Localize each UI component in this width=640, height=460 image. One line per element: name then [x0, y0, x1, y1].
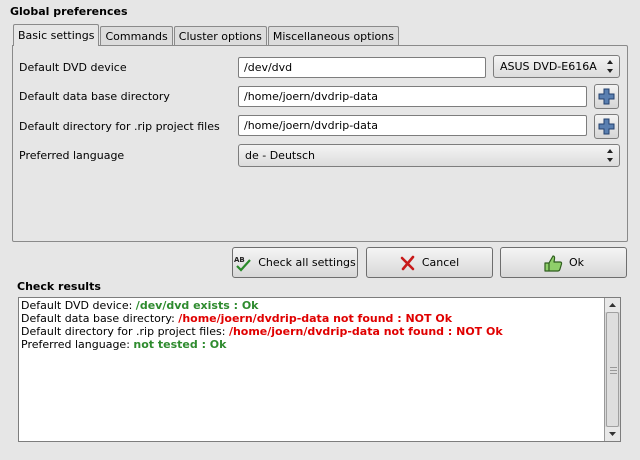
- tab-commands[interactable]: Commands: [100, 26, 173, 46]
- scroll-up-button[interactable]: [605, 298, 620, 312]
- arrow-up-icon: [609, 303, 616, 307]
- rip-dir-label: Default directory for .rip project files: [19, 120, 220, 133]
- tab-cluster-options[interactable]: Cluster options: [173, 26, 267, 46]
- spellcheck-icon: AB: [234, 256, 252, 272]
- result-status: /dev/dvd exists : Ok: [135, 299, 259, 312]
- data-dir-label: Default data base directory: [19, 90, 170, 103]
- scroll-down-button[interactable]: [605, 427, 620, 441]
- result-line-dvd-device: Default DVD device: /dev/dvd exists : Ok: [21, 299, 259, 312]
- results-scrollbar[interactable]: [604, 298, 620, 441]
- dvd-device-select-value: ASUS DVD-E616A: [500, 60, 597, 73]
- result-line-language: Preferred language: not tested : Ok: [21, 338, 227, 351]
- language-select[interactable]: de - Deutsch: [238, 144, 620, 167]
- scroll-thumb[interactable]: [606, 312, 619, 427]
- data-dir-browse-button[interactable]: [594, 84, 619, 109]
- arrow-down-icon: [609, 432, 616, 436]
- tab-bar: Basic settings Commands Cluster options …: [13, 24, 400, 46]
- check-all-settings-button[interactable]: AB Check all settings: [232, 247, 358, 278]
- thumbs-up-icon: [544, 254, 563, 272]
- combo-arrows-icon: [607, 149, 613, 162]
- ok-label: Ok: [568, 256, 585, 269]
- rip-dir-browse-button[interactable]: [594, 114, 619, 139]
- grip-line: [610, 373, 617, 374]
- data-dir-input[interactable]: /home/joern/dvdrip-data: [238, 86, 587, 107]
- result-line-data-dir: Default data base directory: /home/joern…: [21, 312, 453, 325]
- dvd-device-select[interactable]: ASUS DVD-E616A: [493, 55, 620, 78]
- rip-dir-input[interactable]: /home/joern/dvdrip-data: [238, 115, 587, 136]
- ok-button[interactable]: Ok: [500, 247, 627, 278]
- check-results-textview[interactable]: Default DVD device: /dev/dvd exists : Ok…: [18, 297, 621, 442]
- result-line-rip-dir: Default directory for .rip project files…: [21, 325, 503, 338]
- language-select-value: de - Deutsch: [245, 149, 315, 162]
- plus-icon: [598, 88, 615, 105]
- tab-basic-settings[interactable]: Basic settings: [13, 24, 100, 46]
- result-status: not tested : Ok: [133, 338, 227, 351]
- language-label: Preferred language: [19, 149, 125, 162]
- svg-text:AB: AB: [234, 256, 245, 264]
- check-results-title: Check results: [17, 280, 101, 293]
- dvd-device-label: Default DVD device: [19, 61, 127, 74]
- preferences-title: Global preferences: [10, 5, 128, 18]
- combo-arrows-icon: [607, 60, 613, 73]
- result-status: /home/joern/dvdrip-data not found : NOT …: [178, 312, 453, 325]
- dvd-device-input[interactable]: /dev/dvd: [238, 57, 486, 78]
- plus-icon: [598, 118, 615, 135]
- grip-line: [610, 370, 617, 371]
- grip-line: [610, 367, 617, 368]
- check-all-settings-label: Check all settings: [258, 256, 356, 269]
- cancel-label: Cancel: [421, 256, 460, 269]
- result-status: /home/joern/dvdrip-data not found : NOT …: [228, 325, 503, 338]
- tab-miscellaneous-options[interactable]: Miscellaneous options: [267, 26, 399, 46]
- cancel-button[interactable]: Cancel: [366, 247, 493, 278]
- cancel-x-icon: [400, 255, 415, 270]
